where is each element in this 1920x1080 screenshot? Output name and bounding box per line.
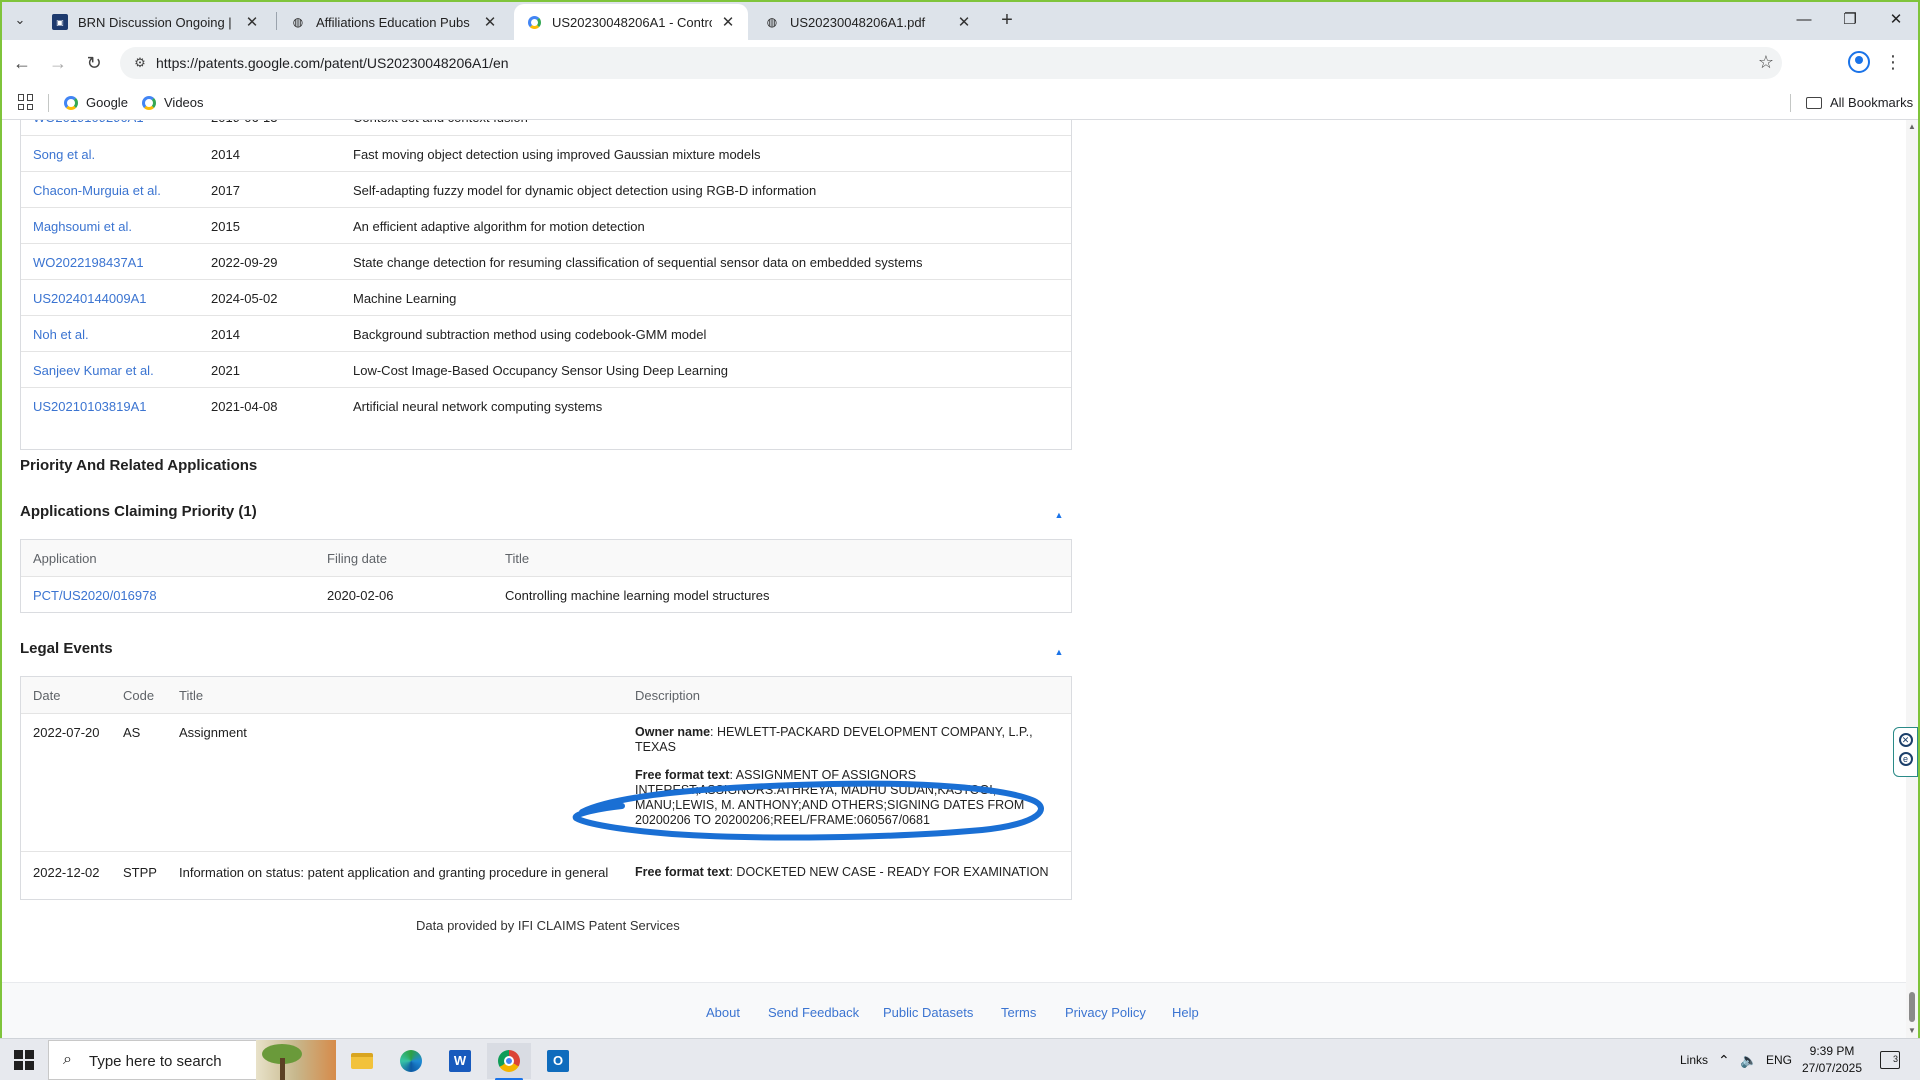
system-clock[interactable]: 9:39 PM 27/07/2025 bbox=[1800, 1043, 1864, 1077]
file-explorer-icon bbox=[351, 1053, 373, 1069]
word-icon: W bbox=[449, 1050, 471, 1072]
links-toolbar[interactable]: Links bbox=[1680, 1039, 1708, 1080]
windows-taskbar: ⌕ Type here to search W O Links ⌃ 🔈 ENG … bbox=[0, 1038, 1920, 1080]
chrome-icon bbox=[498, 1050, 520, 1072]
window-frame bbox=[0, 0, 1920, 1038]
clock-date: 27/07/2025 bbox=[1801, 1061, 1863, 1075]
edge-button[interactable] bbox=[389, 1043, 433, 1079]
chevron-up-icon[interactable]: ⌃ bbox=[1718, 1039, 1730, 1080]
search-placeholder: Type here to search bbox=[89, 1053, 222, 1070]
chrome-button[interactable] bbox=[487, 1043, 531, 1080]
word-button[interactable]: W bbox=[438, 1043, 482, 1079]
search-highlight-illustration bbox=[256, 1040, 336, 1080]
windows-start-icon[interactable] bbox=[14, 1050, 34, 1070]
edge-icon bbox=[400, 1050, 422, 1072]
outlook-icon: O bbox=[547, 1050, 569, 1072]
search-icon: ⌕ bbox=[63, 1051, 72, 1068]
file-explorer-button[interactable] bbox=[340, 1043, 384, 1079]
speaker-icon[interactable]: 🔈 bbox=[1740, 1039, 1757, 1080]
language-indicator[interactable]: ENG bbox=[1766, 1039, 1792, 1080]
notification-center-icon[interactable]: 3 bbox=[1880, 1051, 1900, 1069]
notification-count: 3 bbox=[1892, 1054, 1898, 1064]
outlook-button[interactable]: O bbox=[536, 1043, 580, 1079]
clock-time: 9:39 PM bbox=[1809, 1044, 1855, 1058]
